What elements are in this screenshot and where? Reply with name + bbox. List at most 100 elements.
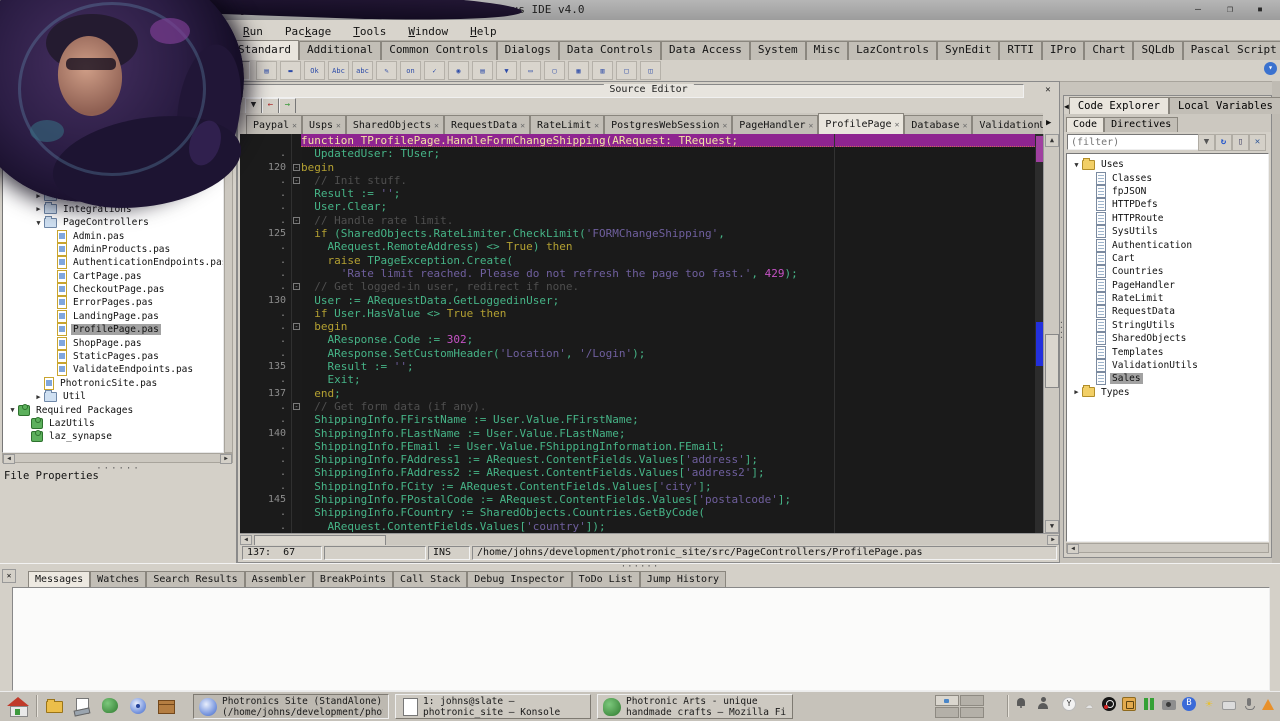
- chevron-down-icon[interactable]: ▼: [33, 219, 44, 227]
- scroll-up-icon[interactable]: ▲: [1045, 134, 1059, 147]
- bluetooth-tray-icon[interactable]: B: [1182, 697, 1196, 711]
- tree-item[interactable]: HTTPDefs: [1067, 198, 1268, 211]
- fold-toggle-icon[interactable]: -: [293, 323, 300, 330]
- code-line[interactable]: begin: [301, 320, 1035, 333]
- tradiogroup-icon[interactable]: ▦: [568, 61, 589, 80]
- tree-item[interactable]: LazUtils: [3, 417, 223, 430]
- tgroupbox-icon[interactable]: ▢: [544, 61, 565, 80]
- editor-tab-usps[interactable]: Usps✕: [302, 115, 346, 134]
- source-editor-close-icon[interactable]: ✕: [1041, 84, 1055, 96]
- dock-tab-jump-history[interactable]: Jump History: [640, 571, 726, 587]
- code-line[interactable]: ShippingInfo.FPostalCode := ARequest.Con…: [301, 493, 1035, 506]
- tree-item[interactable]: ▼PageControllers: [3, 216, 223, 229]
- text-editor-launcher-icon[interactable]: [72, 696, 92, 716]
- palette-tab-common-controls[interactable]: Common Controls: [381, 41, 496, 60]
- virtual-desktop-3[interactable]: [935, 707, 959, 718]
- tree-item[interactable]: PhotronicSite.pas: [3, 377, 223, 390]
- palette-tab-ipro[interactable]: IPro: [1042, 41, 1085, 60]
- tree-item[interactable]: AuthenticationEndpoints.pas: [3, 256, 223, 269]
- virtual-desktop-pager[interactable]: [935, 695, 984, 718]
- code-line[interactable]: ShippingInfo.FFirstName := User.Value.FF…: [301, 413, 1035, 426]
- palette-tab-additional[interactable]: Additional: [299, 41, 381, 60]
- tscrollbar-icon[interactable]: ▭: [520, 61, 541, 80]
- tree-item[interactable]: ValidationUtils: [1067, 359, 1268, 372]
- code-line[interactable]: ARequest.RemoteAddress) <> True) then: [301, 240, 1035, 253]
- chevron-right-icon[interactable]: ▶: [33, 393, 44, 401]
- code-line[interactable]: ShippingInfo.FEmail := User.Value.FShipp…: [301, 440, 1035, 453]
- taskbar-window-button[interactable]: Photronics Site (StandAlone) (/home/john…: [193, 694, 389, 719]
- cloud-tray-icon[interactable]: ☁: [1082, 697, 1096, 711]
- scroll-right-icon[interactable]: ▶: [220, 454, 232, 464]
- fold-toggle-icon[interactable]: -: [293, 177, 300, 184]
- editor-tab-postgreswebsession[interactable]: PostgresWebSession✕: [604, 115, 732, 134]
- dock-tab-todo-list[interactable]: ToDo List: [572, 571, 640, 587]
- palette-tab-rtti[interactable]: RTTI: [999, 41, 1042, 60]
- code-line[interactable]: if (SharedObjects.RateLimiter.CheckLimit…: [301, 227, 1035, 240]
- chevron-down-icon[interactable]: ▾: [1264, 62, 1277, 75]
- accessibility-tray-icon[interactable]: Y: [1062, 697, 1076, 711]
- palette-tab-chart[interactable]: Chart: [1084, 41, 1133, 60]
- tcheckgroup-icon[interactable]: ▥: [592, 61, 613, 80]
- palette-tab-lazcontrols[interactable]: LazControls: [848, 41, 937, 60]
- code-explorer-horizontal-scrollbar[interactable]: ◀: [1066, 543, 1269, 553]
- scrollbar-thumb[interactable]: [1045, 334, 1059, 388]
- tree-item[interactable]: SharedObjects: [1067, 332, 1268, 345]
- menu-item-window[interactable]: Window: [397, 22, 459, 38]
- minimize-button[interactable]: –: [1188, 3, 1208, 16]
- dock-tab-breakpoints[interactable]: BreakPoints: [313, 571, 393, 587]
- tab-close-icon[interactable]: ✕: [336, 121, 341, 130]
- tree-item[interactable]: PageHandler: [1067, 279, 1268, 292]
- panel-tab-code-explorer[interactable]: Code Explorer: [1069, 97, 1169, 114]
- obs-tray-icon[interactable]: [1102, 697, 1116, 711]
- tab-close-icon[interactable]: ✕: [895, 120, 900, 129]
- tree-item[interactable]: Templates: [1067, 345, 1268, 358]
- palette-tab-data-controls[interactable]: Data Controls: [559, 41, 661, 60]
- tree-item[interactable]: AdminProducts.pas: [3, 243, 223, 256]
- code-line[interactable]: ShippingInfo.FCity := ARequest.ContentFi…: [301, 480, 1035, 493]
- jump-back-button[interactable]: ←: [262, 98, 279, 114]
- editor-tab-sharedobjects[interactable]: SharedObjects✕: [346, 115, 444, 134]
- camera-tray-icon[interactable]: [1162, 700, 1176, 710]
- fold-toggle-icon[interactable]: -: [293, 217, 300, 224]
- tcombobox-icon[interactable]: ▼: [496, 61, 517, 80]
- code-line[interactable]: raise TPageException.Create(: [301, 254, 1035, 267]
- tmemo-icon[interactable]: ✎: [376, 61, 397, 80]
- tree-item[interactable]: SysUtils: [1067, 225, 1268, 238]
- tree-item[interactable]: LandingPage.pas: [3, 310, 223, 323]
- chevron-down-icon[interactable]: ▼: [20, 178, 31, 186]
- palette-tab-data-access[interactable]: Data Access: [661, 41, 750, 60]
- tlabel-icon[interactable]: Abc: [328, 61, 349, 80]
- tmainmenu-icon[interactable]: ▤: [256, 61, 277, 80]
- tab-list-button[interactable]: ▼: [245, 98, 262, 114]
- scroll-right-icon[interactable]: ▶: [1047, 535, 1059, 545]
- scroll-left-icon[interactable]: ◀: [3, 454, 15, 464]
- ttogglebox-icon[interactable]: on: [400, 61, 421, 80]
- jump-forward-button[interactable]: →: [279, 98, 296, 114]
- tree-item[interactable]: StaticPages.pas: [3, 350, 223, 363]
- editor-tab-ratelimit[interactable]: RateLimit✕: [530, 115, 604, 134]
- dock-tab-call-stack[interactable]: Call Stack: [393, 571, 467, 587]
- tree-item[interactable]: Sales: [1067, 372, 1268, 385]
- subtab-directives[interactable]: Directives: [1104, 117, 1178, 132]
- chevron-right-icon[interactable]: ▶: [33, 205, 44, 213]
- code-line[interactable]: // Get form data (if any).: [301, 400, 1035, 413]
- tree-item[interactable]: CartPage.pas: [3, 270, 223, 283]
- tlistbox-icon[interactable]: ▤: [472, 61, 493, 80]
- virtual-desktop-2[interactable]: [960, 695, 984, 706]
- code-line[interactable]: // Get logged-in user, redirect if none.: [301, 280, 1035, 293]
- virtual-desktop-1[interactable]: [935, 695, 959, 706]
- tree-item[interactable]: PhotronicSite: [3, 162, 223, 175]
- tab-scroll-right-icon[interactable]: ▶: [1046, 116, 1057, 131]
- file-manager-launcher-icon[interactable]: [44, 696, 64, 716]
- select-tool-icon[interactable]: ↖: [230, 61, 250, 80]
- dock-tab-assembler[interactable]: Assembler: [245, 571, 313, 587]
- project-tree-vertical-scrollbar[interactable]: [224, 145, 233, 453]
- tree-item[interactable]: Countries: [1067, 265, 1268, 278]
- dock-tab-search-results[interactable]: Search Results: [146, 571, 244, 587]
- fold-toggle-icon[interactable]: -: [293, 403, 300, 410]
- brightness-tray-icon[interactable]: ☀: [1202, 697, 1216, 711]
- code-text-area[interactable]: function TProfilePage.HandleFormChangeSh…: [301, 134, 1035, 533]
- media-pause-tray-icon[interactable]: [1142, 697, 1156, 711]
- tree-item[interactable]: ▼Required Packages: [3, 403, 223, 416]
- palette-tab-pascal-script[interactable]: Pascal Script: [1183, 41, 1280, 60]
